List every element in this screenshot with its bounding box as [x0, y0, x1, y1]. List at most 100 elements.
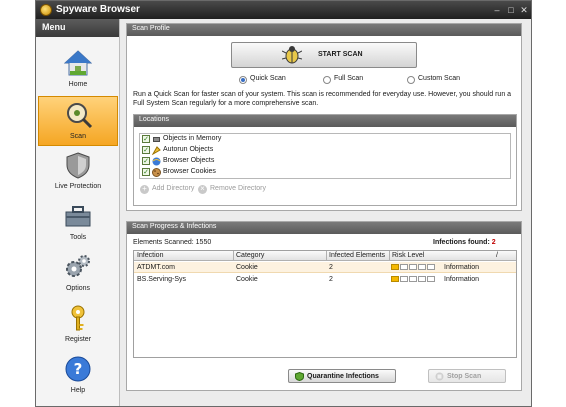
sidebar-item-live-protection[interactable]: Live Protection [38, 147, 118, 197]
scan-progress-panel: Scan Progress & Infections Elements Scan… [126, 221, 522, 391]
column-header-infection[interactable]: Infection [137, 252, 163, 259]
table-row[interactable]: BS.Serving-Sys Cookie 2 Information [134, 274, 516, 285]
column-divider[interactable] [326, 251, 327, 261]
risk-level-bar [391, 276, 437, 282]
risk-segment [391, 276, 399, 282]
minimize-icon[interactable]: – [492, 5, 502, 15]
location-label: Autorun Objects [163, 146, 214, 153]
infection-category: Cookie [236, 264, 258, 271]
quarantine-icon [295, 372, 304, 381]
location-label: Objects in Memory [163, 135, 222, 142]
sidebar-item-tools[interactable]: Tools [38, 198, 118, 248]
table-row[interactable]: ATDMT.com Cookie 2 Information [134, 262, 516, 273]
sidebar-item-label: Register [64, 336, 92, 343]
column-divider[interactable] [233, 251, 234, 261]
elements-scanned-value: 1550 [195, 239, 212, 246]
bug-icon [282, 46, 302, 64]
checkbox-checked-icon[interactable]: ✓ [142, 157, 150, 165]
risk-text: Information [444, 264, 480, 271]
risk-segment [418, 264, 426, 270]
column-header-risk-level[interactable]: Risk Level [392, 252, 424, 259]
remove-icon: × [198, 185, 207, 194]
infections-found-value: 2 [491, 239, 496, 246]
radio-dot-icon [239, 76, 247, 84]
sidebar-item-register[interactable]: Register [38, 300, 118, 350]
stop-icon [435, 372, 444, 381]
stop-scan-label: Stop Scan [447, 373, 482, 380]
custom-scan-label: Custom Scan [418, 75, 461, 82]
risk-text: Information [444, 276, 480, 283]
risk-segment [400, 276, 408, 282]
sidebar-item-label: Scan [70, 133, 86, 140]
title-bar[interactable]: Spyware Browser – □ ✕ [36, 1, 531, 19]
risk-segment [409, 276, 417, 282]
sidebar-item-options[interactable]: Options [38, 249, 118, 299]
memory-chip-icon [153, 137, 160, 142]
locations-list: ✓ Objects in Memory ✓ Autorun Objects ✓ … [139, 133, 511, 179]
risk-segment [400, 264, 408, 270]
shield-icon [66, 152, 90, 179]
checkbox-checked-icon[interactable]: ✓ [142, 168, 150, 176]
locations-header: Locations [134, 115, 516, 127]
quarantine-label: Quarantine Infections [307, 373, 379, 380]
risk-level-bar [391, 264, 437, 270]
start-scan-button[interactable]: START SCAN [231, 42, 417, 68]
infections-found: Infections found: 2 [433, 239, 496, 246]
sidebar-item-home[interactable]: Home [38, 45, 118, 95]
infections-table: Infection Category Infected Elements Ris… [133, 250, 517, 358]
radio-dot-icon [323, 76, 331, 84]
column-header-category[interactable]: Category [236, 252, 264, 259]
stop-scan-button[interactable]: Stop Scan [428, 369, 506, 383]
scan-profile-panel: Scan Profile START SCAN Quick Scan Full … [126, 23, 522, 211]
scan-progress-header: Scan Progress & Infections [127, 222, 521, 234]
cookie-icon [152, 168, 161, 177]
browser-icon [152, 157, 161, 166]
sidebar-item-label: Live Protection [54, 183, 102, 190]
quarantine-infections-button[interactable]: Quarantine Infections [288, 369, 396, 383]
window-title: Spyware Browser [56, 4, 140, 15]
column-header-infected-elements[interactable]: Infected Elements [329, 252, 385, 259]
svg-text:?: ? [74, 360, 83, 378]
infection-category: Cookie [236, 276, 258, 283]
location-label: Browser Cookies [163, 168, 216, 175]
sidebar-header: Menu [36, 19, 119, 37]
locations-panel: Locations ✓ Objects in Memory ✓ Autorun … [133, 114, 517, 206]
scan-profile-header: Scan Profile [127, 24, 521, 36]
sidebar-item-label: Home [68, 81, 88, 88]
risk-segment [391, 264, 399, 270]
remove-directory-label: Remove Directory [210, 185, 267, 192]
key-icon [71, 305, 85, 331]
table-header: Infection Category Infected Elements Ris… [134, 251, 516, 261]
sidebar: Menu Home Scan Live Protection Tools Opt… [36, 19, 120, 406]
location-label: Browser Objects [163, 157, 215, 164]
sidebar-item-help[interactable]: ? Help [38, 351, 118, 401]
checkbox-checked-icon[interactable]: ✓ [142, 146, 150, 154]
help-icon: ? [65, 356, 91, 382]
gears-icon [66, 255, 90, 277]
risk-segment [418, 276, 426, 282]
infections-found-label: Infections found: [433, 239, 490, 246]
sidebar-item-scan[interactable]: Scan [38, 96, 118, 146]
full-scan-label: Full Scan [334, 75, 364, 82]
risk-segment [427, 276, 435, 282]
quick-scan-label: Quick Scan [250, 75, 286, 82]
infection-name: ATDMT.com [137, 264, 175, 271]
column-header-sort[interactable]: / [496, 252, 498, 259]
sidebar-item-label: Tools [69, 234, 87, 241]
close-icon[interactable]: ✕ [519, 5, 529, 15]
column-divider[interactable] [389, 251, 390, 261]
start-scan-label: START SCAN [318, 51, 363, 58]
add-icon: + [140, 185, 149, 194]
infected-elements: 2 [329, 264, 333, 271]
app-logo-icon [40, 4, 52, 16]
radio-dot-icon [407, 76, 415, 84]
maximize-icon[interactable]: □ [506, 5, 516, 15]
elements-scanned-label: Elements Scanned: [133, 239, 194, 246]
add-directory-label: Add Directory [152, 185, 195, 192]
checkbox-checked-icon[interactable]: ✓ [142, 135, 150, 143]
infected-elements: 2 [329, 276, 333, 283]
home-icon [64, 50, 92, 76]
scan-description: Run a Quick Scan for faster scan of your… [133, 91, 512, 107]
elements-scanned: Elements Scanned: 1550 [133, 239, 211, 246]
risk-segment [409, 264, 417, 270]
